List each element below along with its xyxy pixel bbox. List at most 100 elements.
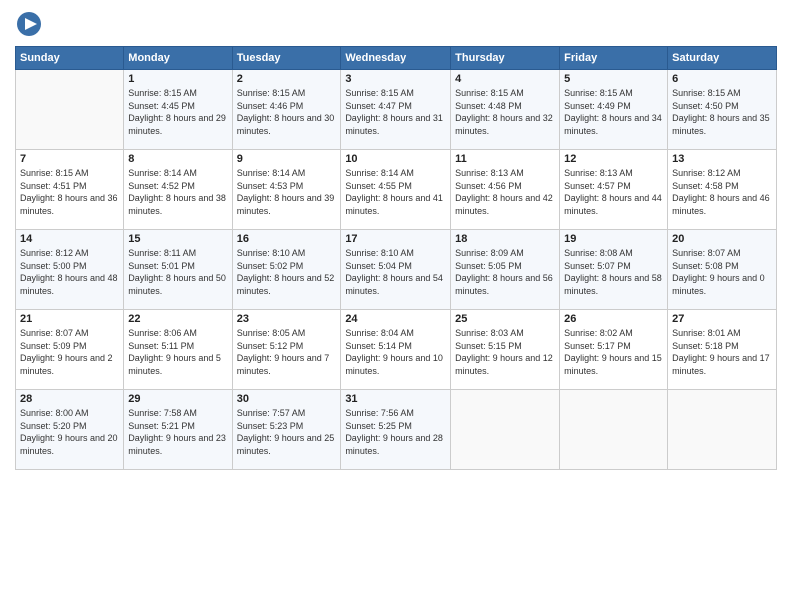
- day-number: 1: [128, 73, 227, 85]
- calendar-cell: [668, 390, 777, 470]
- calendar-week-row: 28 Sunrise: 8:00 AMSunset: 5:20 PMDaylig…: [16, 390, 777, 470]
- day-detail: Sunrise: 8:13 AMSunset: 4:56 PMDaylight:…: [455, 167, 555, 217]
- calendar-week-row: 7 Sunrise: 8:15 AMSunset: 4:51 PMDayligh…: [16, 150, 777, 230]
- day-number: 29: [128, 393, 227, 405]
- calendar-cell: 25 Sunrise: 8:03 AMSunset: 5:15 PMDaylig…: [451, 310, 560, 390]
- calendar-cell: 27 Sunrise: 8:01 AMSunset: 5:18 PMDaylig…: [668, 310, 777, 390]
- day-number: 17: [345, 233, 446, 245]
- day-number: 3: [345, 73, 446, 85]
- day-number: 4: [455, 73, 555, 85]
- calendar-cell: 23 Sunrise: 8:05 AMSunset: 5:12 PMDaylig…: [232, 310, 341, 390]
- day-number: 5: [564, 73, 663, 85]
- calendar-cell: 30 Sunrise: 7:57 AMSunset: 5:23 PMDaylig…: [232, 390, 341, 470]
- calendar-cell: 4 Sunrise: 8:15 AMSunset: 4:48 PMDayligh…: [451, 70, 560, 150]
- day-detail: Sunrise: 8:00 AMSunset: 5:20 PMDaylight:…: [20, 407, 119, 457]
- day-number: 6: [672, 73, 772, 85]
- day-detail: Sunrise: 8:10 AMSunset: 5:02 PMDaylight:…: [237, 247, 337, 297]
- day-detail: Sunrise: 8:15 AMSunset: 4:50 PMDaylight:…: [672, 87, 772, 137]
- day-number: 18: [455, 233, 555, 245]
- calendar-week-row: 14 Sunrise: 8:12 AMSunset: 5:00 PMDaylig…: [16, 230, 777, 310]
- day-detail: Sunrise: 8:09 AMSunset: 5:05 PMDaylight:…: [455, 247, 555, 297]
- day-detail: Sunrise: 7:58 AMSunset: 5:21 PMDaylight:…: [128, 407, 227, 457]
- calendar-cell: 29 Sunrise: 7:58 AMSunset: 5:21 PMDaylig…: [124, 390, 232, 470]
- calendar-cell: [451, 390, 560, 470]
- header: [15, 10, 777, 38]
- day-number: 20: [672, 233, 772, 245]
- day-number: 31: [345, 393, 446, 405]
- day-header-friday: Friday: [560, 47, 668, 70]
- day-number: 16: [237, 233, 337, 245]
- day-number: 28: [20, 393, 119, 405]
- day-number: 24: [345, 313, 446, 325]
- calendar-cell: 18 Sunrise: 8:09 AMSunset: 5:05 PMDaylig…: [451, 230, 560, 310]
- day-detail: Sunrise: 7:57 AMSunset: 5:23 PMDaylight:…: [237, 407, 337, 457]
- day-number: 26: [564, 313, 663, 325]
- calendar-cell: 10 Sunrise: 8:14 AMSunset: 4:55 PMDaylig…: [341, 150, 451, 230]
- day-number: 14: [20, 233, 119, 245]
- calendar-cell: 5 Sunrise: 8:15 AMSunset: 4:49 PMDayligh…: [560, 70, 668, 150]
- day-number: 12: [564, 153, 663, 165]
- calendar-cell: 9 Sunrise: 8:14 AMSunset: 4:53 PMDayligh…: [232, 150, 341, 230]
- day-detail: Sunrise: 8:15 AMSunset: 4:49 PMDaylight:…: [564, 87, 663, 137]
- calendar-cell: 17 Sunrise: 8:10 AMSunset: 5:04 PMDaylig…: [341, 230, 451, 310]
- calendar-container: SundayMondayTuesdayWednesdayThursdayFrid…: [0, 0, 792, 612]
- calendar-cell: 12 Sunrise: 8:13 AMSunset: 4:57 PMDaylig…: [560, 150, 668, 230]
- day-number: 9: [237, 153, 337, 165]
- day-detail: Sunrise: 8:15 AMSunset: 4:45 PMDaylight:…: [128, 87, 227, 137]
- calendar-cell: [16, 70, 124, 150]
- day-detail: Sunrise: 8:14 AMSunset: 4:55 PMDaylight:…: [345, 167, 446, 217]
- calendar-cell: 22 Sunrise: 8:06 AMSunset: 5:11 PMDaylig…: [124, 310, 232, 390]
- calendar-cell: 31 Sunrise: 7:56 AMSunset: 5:25 PMDaylig…: [341, 390, 451, 470]
- day-detail: Sunrise: 8:14 AMSunset: 4:53 PMDaylight:…: [237, 167, 337, 217]
- day-number: 2: [237, 73, 337, 85]
- day-number: 25: [455, 313, 555, 325]
- calendar-header-row: SundayMondayTuesdayWednesdayThursdayFrid…: [16, 47, 777, 70]
- day-number: 7: [20, 153, 119, 165]
- day-detail: Sunrise: 8:07 AMSunset: 5:08 PMDaylight:…: [672, 247, 772, 297]
- calendar-cell: 6 Sunrise: 8:15 AMSunset: 4:50 PMDayligh…: [668, 70, 777, 150]
- calendar-cell: [560, 390, 668, 470]
- day-detail: Sunrise: 8:05 AMSunset: 5:12 PMDaylight:…: [237, 327, 337, 377]
- calendar-cell: 3 Sunrise: 8:15 AMSunset: 4:47 PMDayligh…: [341, 70, 451, 150]
- day-number: 10: [345, 153, 446, 165]
- day-number: 15: [128, 233, 227, 245]
- day-detail: Sunrise: 8:15 AMSunset: 4:48 PMDaylight:…: [455, 87, 555, 137]
- day-header-saturday: Saturday: [668, 47, 777, 70]
- day-detail: Sunrise: 8:13 AMSunset: 4:57 PMDaylight:…: [564, 167, 663, 217]
- day-number: 23: [237, 313, 337, 325]
- day-detail: Sunrise: 8:08 AMSunset: 5:07 PMDaylight:…: [564, 247, 663, 297]
- day-header-sunday: Sunday: [16, 47, 124, 70]
- calendar-week-row: 1 Sunrise: 8:15 AMSunset: 4:45 PMDayligh…: [16, 70, 777, 150]
- logo-icon: [15, 10, 43, 38]
- day-detail: Sunrise: 8:03 AMSunset: 5:15 PMDaylight:…: [455, 327, 555, 377]
- day-number: 13: [672, 153, 772, 165]
- day-detail: Sunrise: 8:01 AMSunset: 5:18 PMDaylight:…: [672, 327, 772, 377]
- calendar-cell: 11 Sunrise: 8:13 AMSunset: 4:56 PMDaylig…: [451, 150, 560, 230]
- day-header-tuesday: Tuesday: [232, 47, 341, 70]
- day-number: 22: [128, 313, 227, 325]
- calendar-cell: 28 Sunrise: 8:00 AMSunset: 5:20 PMDaylig…: [16, 390, 124, 470]
- day-detail: Sunrise: 8:14 AMSunset: 4:52 PMDaylight:…: [128, 167, 227, 217]
- calendar-cell: 13 Sunrise: 8:12 AMSunset: 4:58 PMDaylig…: [668, 150, 777, 230]
- day-detail: Sunrise: 8:02 AMSunset: 5:17 PMDaylight:…: [564, 327, 663, 377]
- calendar-cell: 14 Sunrise: 8:12 AMSunset: 5:00 PMDaylig…: [16, 230, 124, 310]
- day-number: 21: [20, 313, 119, 325]
- calendar-cell: 2 Sunrise: 8:15 AMSunset: 4:46 PMDayligh…: [232, 70, 341, 150]
- day-number: 19: [564, 233, 663, 245]
- calendar-cell: 16 Sunrise: 8:10 AMSunset: 5:02 PMDaylig…: [232, 230, 341, 310]
- day-number: 8: [128, 153, 227, 165]
- day-detail: Sunrise: 8:15 AMSunset: 4:51 PMDaylight:…: [20, 167, 119, 217]
- day-header-thursday: Thursday: [451, 47, 560, 70]
- calendar-week-row: 21 Sunrise: 8:07 AMSunset: 5:09 PMDaylig…: [16, 310, 777, 390]
- calendar-cell: 21 Sunrise: 8:07 AMSunset: 5:09 PMDaylig…: [16, 310, 124, 390]
- calendar-cell: 26 Sunrise: 8:02 AMSunset: 5:17 PMDaylig…: [560, 310, 668, 390]
- day-header-wednesday: Wednesday: [341, 47, 451, 70]
- day-detail: Sunrise: 8:10 AMSunset: 5:04 PMDaylight:…: [345, 247, 446, 297]
- calendar-cell: 20 Sunrise: 8:07 AMSunset: 5:08 PMDaylig…: [668, 230, 777, 310]
- day-detail: Sunrise: 8:11 AMSunset: 5:01 PMDaylight:…: [128, 247, 227, 297]
- calendar-cell: 19 Sunrise: 8:08 AMSunset: 5:07 PMDaylig…: [560, 230, 668, 310]
- day-number: 27: [672, 313, 772, 325]
- day-detail: Sunrise: 8:04 AMSunset: 5:14 PMDaylight:…: [345, 327, 446, 377]
- day-header-monday: Monday: [124, 47, 232, 70]
- calendar-cell: 24 Sunrise: 8:04 AMSunset: 5:14 PMDaylig…: [341, 310, 451, 390]
